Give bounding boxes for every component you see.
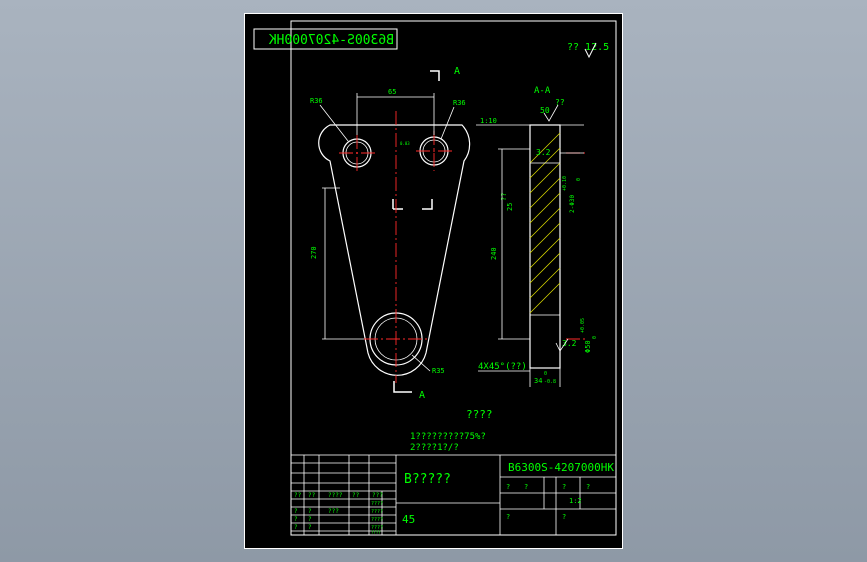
- stamp-1: ????: [371, 501, 383, 507]
- dim-side-top: 2-Φ30: [569, 195, 576, 213]
- tb-cell-7: ?: [308, 508, 312, 515]
- dim-34: 34: [534, 377, 542, 385]
- drawing-sheet: B6300S-4207000HK ?? 12.5 A A 65 R36 R36 …: [244, 13, 623, 549]
- leader-r36-left: [319, 104, 349, 142]
- tb-cell-12: ?: [308, 524, 312, 531]
- tb-label-3: ?: [562, 483, 566, 491]
- rough-3-2-top: 3.2: [536, 148, 551, 157]
- dim-270: 270: [310, 246, 318, 259]
- dim-zero-top: 0: [576, 178, 582, 181]
- dim-34-zero: 0: [544, 371, 547, 377]
- dim-34-tol: -0.8: [544, 379, 556, 385]
- leader-r35: [411, 354, 431, 372]
- tb-cell-4: ??: [352, 492, 360, 499]
- material: 45: [402, 513, 415, 526]
- tb-cell-8: ???: [328, 508, 339, 515]
- cad-drawing: B6300S-4207000HK ?? 12.5 A A 65 R36 R36 …: [244, 13, 623, 549]
- leader-r36-right: [440, 106, 455, 140]
- stamp-2: ????: [371, 509, 383, 515]
- tb-cell-1: ??: [294, 492, 302, 499]
- section-label-top: A: [454, 66, 460, 77]
- dim-side-bottom: Φ50: [584, 340, 592, 353]
- tb-cell-6: ?: [294, 508, 298, 515]
- section-title: A-A: [534, 86, 551, 96]
- chamfer-note: 4X45°(??): [478, 362, 527, 372]
- note-1: 1?????????75%?: [410, 432, 486, 442]
- rough-50: 50: [540, 106, 550, 115]
- tb-cell-5: ???: [372, 492, 383, 499]
- dim-r36-right: R36: [453, 99, 466, 107]
- section-label-bottom: A: [419, 390, 425, 401]
- notes-title: ????: [466, 408, 493, 421]
- section-corner-left: [392, 199, 403, 210]
- dim-240: 240: [490, 247, 498, 260]
- stamp-3: ????: [371, 517, 383, 523]
- dim-270-lines: [322, 187, 364, 340]
- tb-cell-2: ????: [328, 492, 343, 499]
- tb-cell-10: ?: [308, 516, 312, 523]
- section-hatch: [529, 132, 561, 314]
- dim-65-lines: [356, 93, 435, 135]
- dim-zero-bottom: 0: [592, 336, 598, 339]
- rough-qq-side: ??: [500, 193, 508, 201]
- tb-cell-11: ?: [294, 524, 298, 531]
- dim-r35: R35: [432, 367, 445, 375]
- tb-label-5: ?: [506, 513, 510, 521]
- tb-label-2: ?: [524, 483, 528, 491]
- scale: 1:2: [569, 497, 582, 505]
- tb-label-1: ?: [506, 483, 510, 491]
- dim-center-small: 0.03: [400, 141, 410, 146]
- note-2: 2????1?/?: [410, 443, 459, 453]
- tb-cell-9: ?: [294, 516, 298, 523]
- drawing-number: B6300S-4207000HK: [508, 461, 614, 474]
- rough-qq: ??: [555, 98, 565, 107]
- dim-1-10: 1:10: [480, 117, 497, 125]
- section-mark-top: [430, 70, 440, 81]
- lever-outline: [318, 124, 471, 376]
- dim-65: 65: [388, 88, 396, 96]
- section-corner-right: [422, 199, 433, 210]
- rough-3-2-bottom: 3.2: [562, 339, 577, 348]
- rough-25: 25: [506, 203, 514, 211]
- dim-plus-top: +0.10: [562, 176, 568, 191]
- mirrored-code: B6300S-4207000HK: [269, 33, 394, 48]
- dim-plus-bottom: +0.05: [580, 318, 586, 333]
- dim-r36-left: R36: [310, 97, 323, 105]
- tb-cell-3: ??: [308, 492, 316, 499]
- roughness-note: ?? 12.5: [567, 42, 609, 53]
- section-mark-bottom: [393, 381, 412, 393]
- tb-label-4: ?: [586, 483, 590, 491]
- tb-label-6: ?: [562, 513, 566, 521]
- section-body: [529, 124, 561, 369]
- dim-240-lines: [498, 148, 530, 340]
- stamp-5: ????: [371, 530, 381, 535]
- part-name: B?????: [404, 472, 451, 487]
